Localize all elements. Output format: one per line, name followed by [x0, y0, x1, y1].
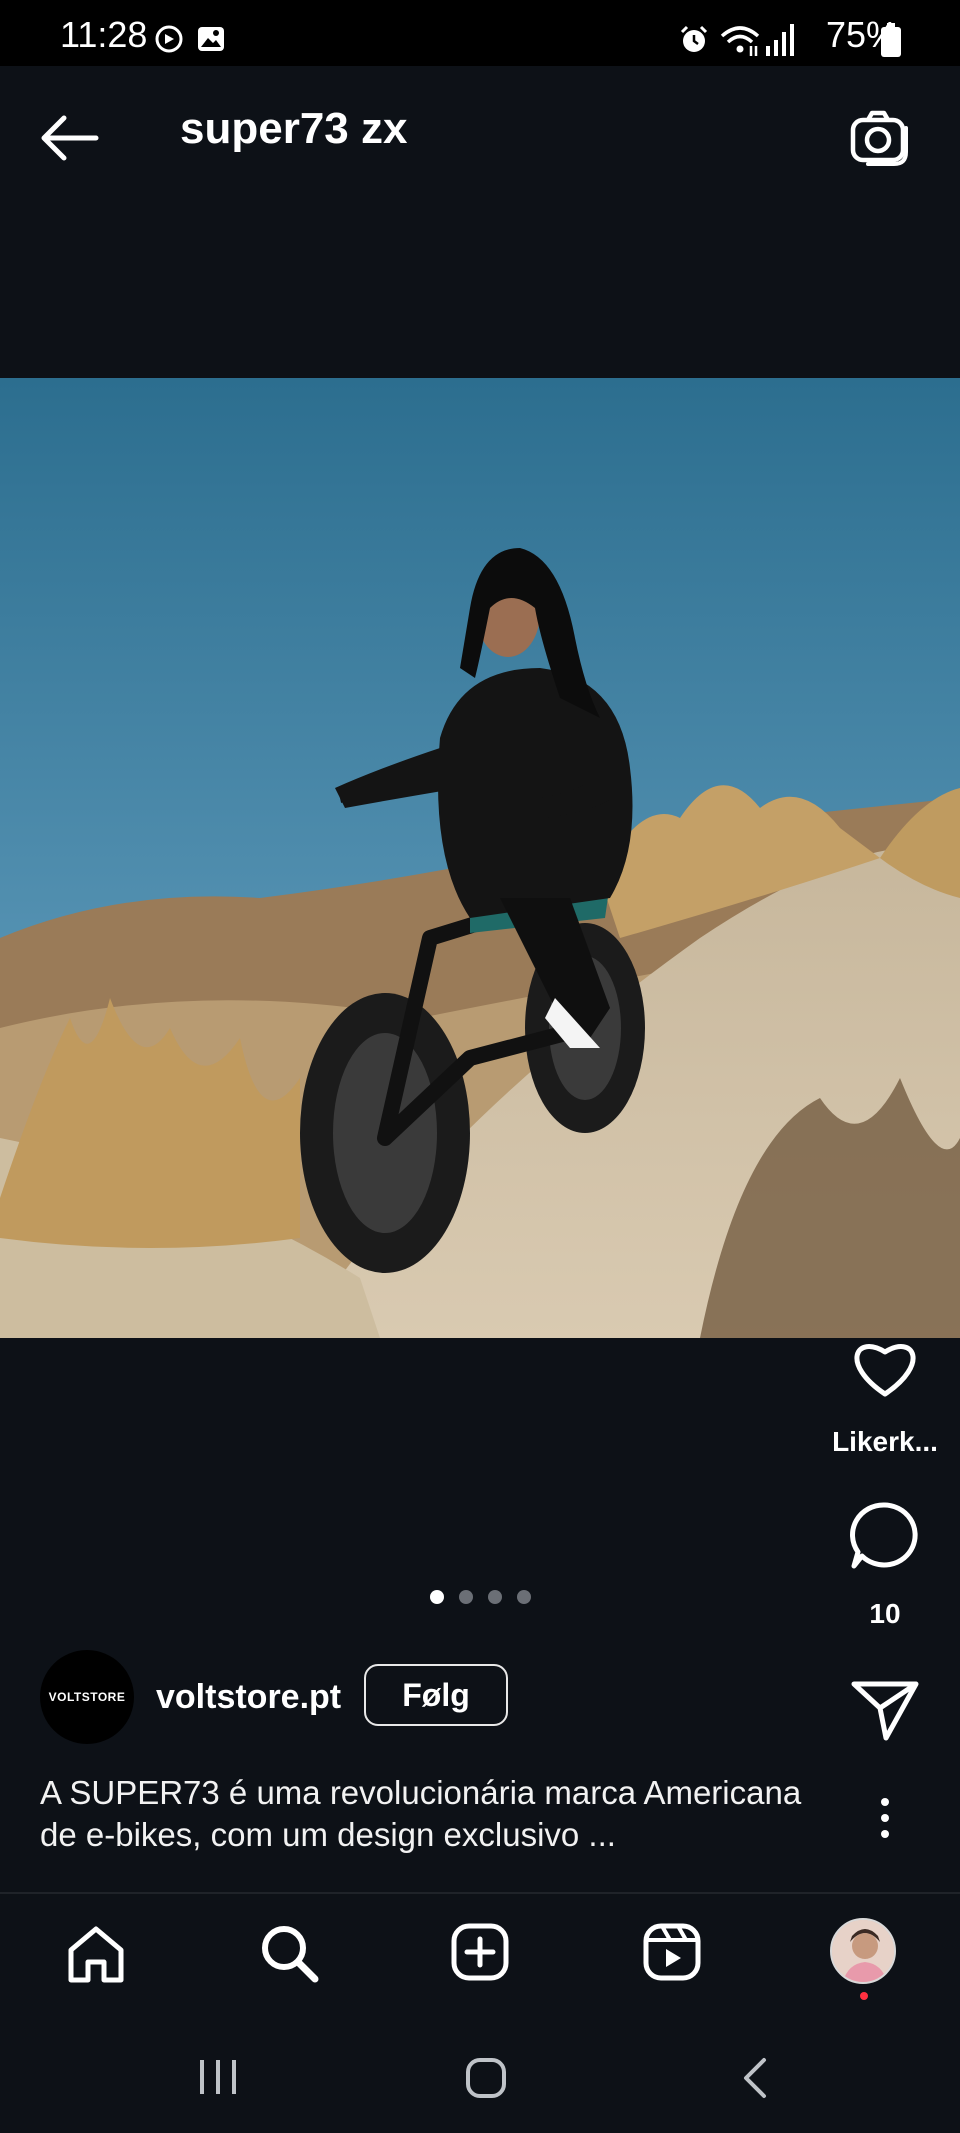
comment-icon[interactable] [848, 1500, 922, 1572]
like-label[interactable]: Likerk... [815, 1426, 955, 1458]
post-caption[interactable]: A SUPER73 é uma revolucionária marca Ame… [40, 1772, 840, 1856]
back-arrow-icon[interactable] [38, 112, 100, 164]
carousel-dot [517, 1590, 531, 1604]
carousel-dot [459, 1590, 473, 1604]
carousel-dot [488, 1590, 502, 1604]
more-options-icon[interactable] [876, 1796, 894, 1840]
avatar-logo-text: VOLTSTORE [48, 1690, 126, 1704]
signal-icon [766, 24, 794, 56]
carousel-dot-active [430, 1590, 444, 1604]
recent-apps-icon[interactable] [196, 2058, 240, 2096]
post-photo[interactable] [0, 378, 960, 1338]
like-heart-icon[interactable] [850, 1336, 920, 1400]
author-avatar[interactable]: VOLTSTORE [40, 1650, 134, 1744]
status-time: 11:28 [60, 14, 148, 55]
profile-avatar[interactable] [830, 1918, 896, 1984]
system-back-icon[interactable] [740, 2056, 770, 2100]
search-icon[interactable] [258, 1922, 320, 1984]
author-name[interactable]: voltstore.pt [156, 1678, 341, 1717]
caption-line-2: de e-bikes, com um design exclusivo ... [40, 1816, 616, 1853]
add-post-icon[interactable] [450, 1922, 510, 1982]
system-home-icon[interactable] [464, 2056, 508, 2100]
sync-icon [155, 25, 183, 53]
alarm-icon [680, 25, 708, 52]
battery-icon [881, 23, 901, 57]
home-icon[interactable] [66, 1924, 126, 1986]
page-title: super73 zx [180, 104, 408, 153]
comment-count: 10 [869, 1598, 901, 1629]
wifi-icon [720, 26, 760, 56]
follow-button[interactable]: Følg [364, 1664, 508, 1726]
notification-dot [860, 1992, 868, 2000]
share-send-icon[interactable] [850, 1678, 920, 1742]
image-icon [198, 27, 224, 51]
reels-icon[interactable] [642, 1922, 702, 1982]
caption-line-1: A SUPER73 é uma revolucionária marca Ame… [40, 1774, 802, 1811]
camera-icon[interactable] [848, 108, 910, 168]
